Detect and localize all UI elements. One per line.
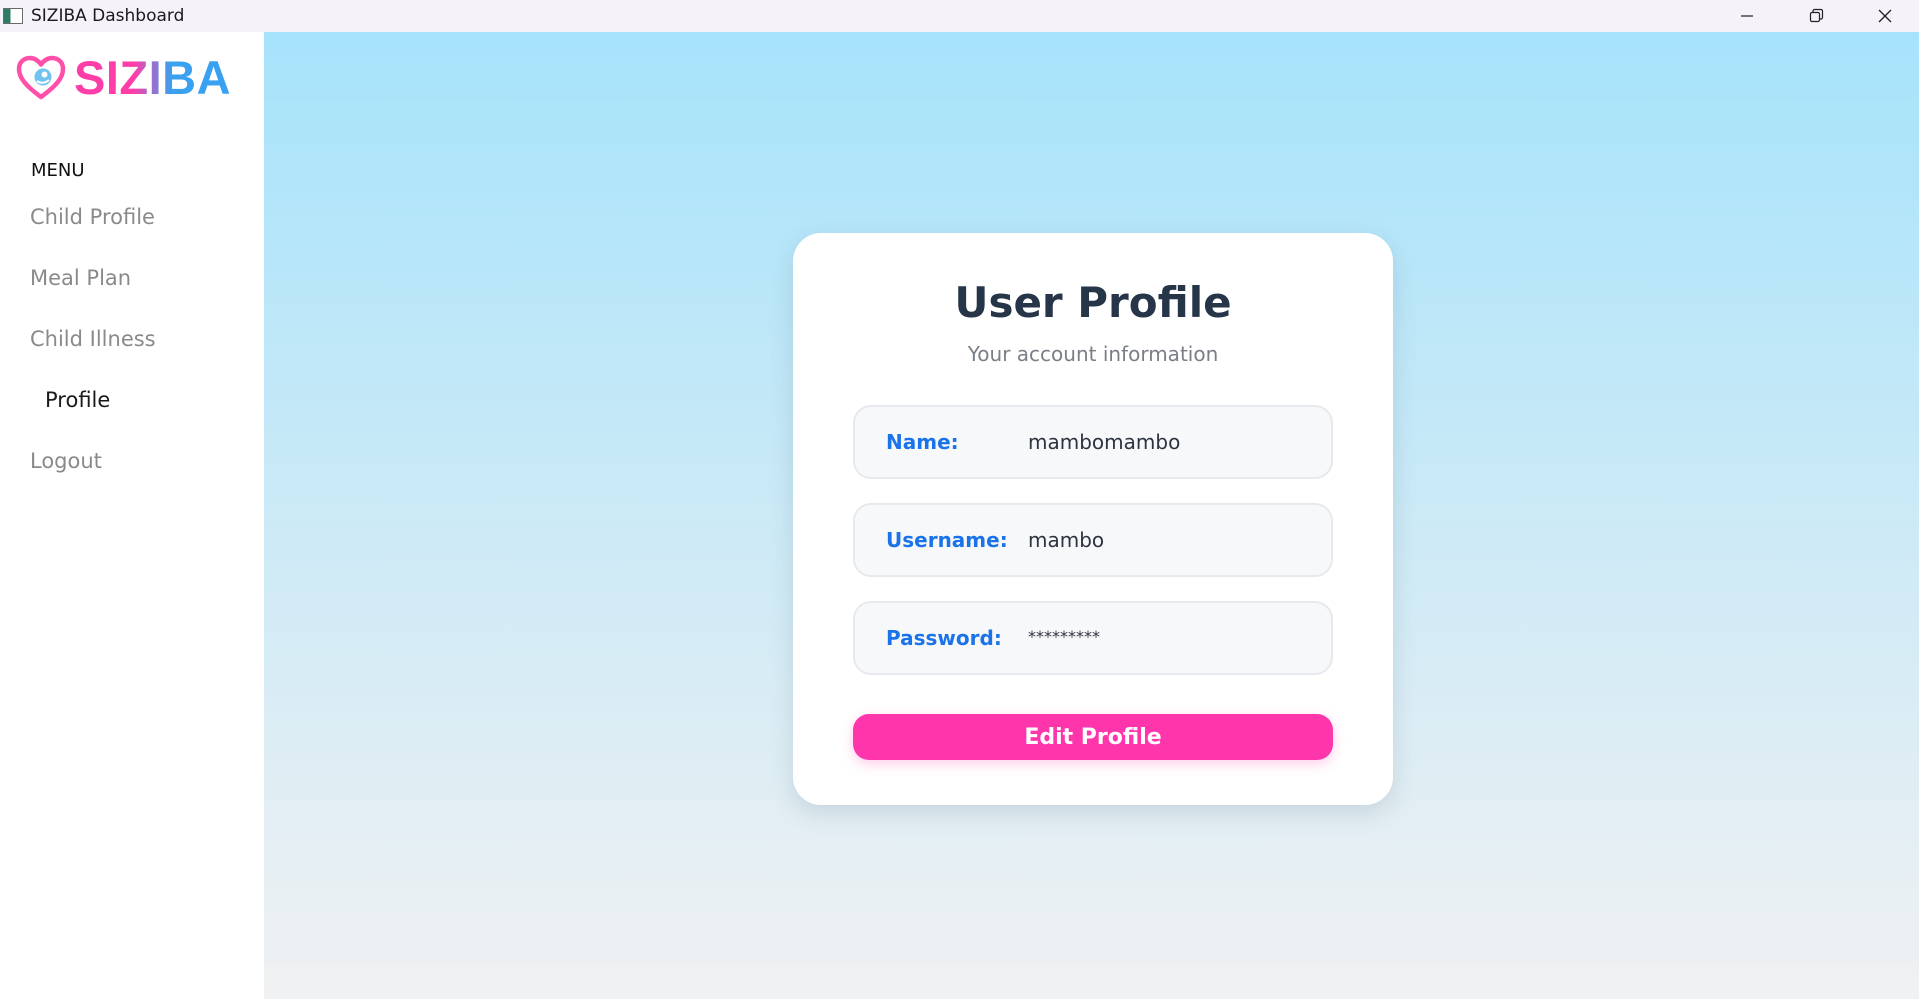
username-field: Username: mambo xyxy=(853,503,1333,577)
close-button[interactable] xyxy=(1850,0,1919,32)
window-title: SIZIBA Dashboard xyxy=(31,6,185,26)
restore-button[interactable] xyxy=(1781,0,1850,32)
name-field: Name: mambomambo xyxy=(853,405,1333,479)
app-window-icon xyxy=(3,8,23,24)
profile-card: User Profile Your account information Na… xyxy=(793,233,1393,805)
sidebar-item-profile[interactable]: Profile xyxy=(45,388,110,412)
logo-text: SIZIBA xyxy=(74,51,232,104)
minimize-button[interactable] xyxy=(1712,0,1781,32)
logo: SIZIBA xyxy=(16,54,231,101)
sidebar-item-child-illness[interactable]: Child Illness xyxy=(30,327,156,351)
app-window: SIZIBA Dashboard SIZIBA MENU Child Profi… xyxy=(0,0,1919,999)
password-label: Password: xyxy=(886,626,1002,650)
close-icon xyxy=(1878,9,1891,23)
window-controls xyxy=(1712,0,1919,32)
sidebar-item-child-profile[interactable]: Child Profile xyxy=(30,205,155,229)
menu-heading: MENU xyxy=(31,160,85,181)
name-value: mambomambo xyxy=(1028,430,1181,454)
username-label: Username: xyxy=(886,528,1008,552)
name-label: Name: xyxy=(886,430,959,454)
heart-baby-icon xyxy=(16,55,66,99)
password-field: Password: ********* xyxy=(853,601,1333,675)
minimize-icon xyxy=(1740,15,1753,17)
username-value: mambo xyxy=(1028,528,1105,552)
title-bar: SIZIBA Dashboard xyxy=(0,0,1919,32)
restore-icon xyxy=(1809,8,1823,23)
sidebar-item-meal-plan[interactable]: Meal Plan xyxy=(30,266,131,290)
edit-profile-button[interactable]: Edit Profile xyxy=(853,714,1333,760)
sidebar-item-logout[interactable]: Logout xyxy=(30,449,102,473)
page-title: User Profile xyxy=(954,278,1232,327)
sidebar: SIZIBA MENU Child Profile Meal Plan Chil… xyxy=(0,32,264,999)
password-value: ********* xyxy=(1028,627,1100,646)
main-content: User Profile Your account information Na… xyxy=(264,32,1919,999)
page-subtitle: Your account information xyxy=(967,342,1219,366)
